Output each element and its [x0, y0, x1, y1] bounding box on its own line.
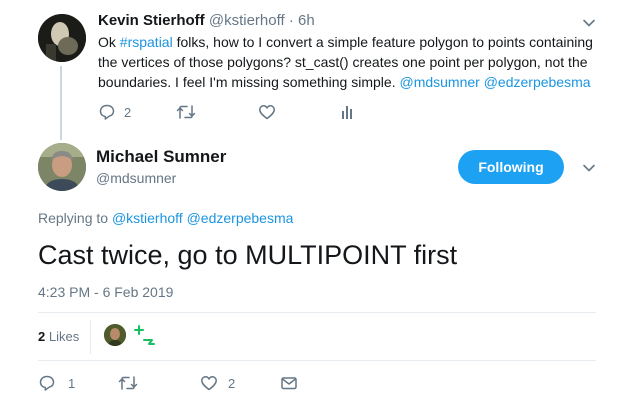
envelope-icon — [281, 377, 297, 390]
direct-message-button[interactable] — [280, 374, 298, 392]
reply-count: 1 — [68, 375, 76, 391]
chevron-down-icon[interactable] — [582, 161, 596, 180]
liker-avatar[interactable] — [104, 324, 126, 346]
avatar[interactable] — [38, 143, 86, 191]
thread-line — [60, 66, 62, 140]
divider — [38, 360, 596, 361]
analytics-icon — [342, 106, 352, 119]
author-name[interactable]: Kevin Stierhoff — [98, 12, 205, 29]
heart-icon — [201, 376, 217, 391]
mention-link[interactable]: @edzerpebesma — [187, 210, 294, 226]
avatar[interactable] — [38, 14, 86, 62]
avatar-image — [134, 325, 155, 345]
reply-count: 2 — [124, 104, 132, 120]
avatar-image — [38, 14, 86, 62]
author-handle[interactable]: @mdsumner — [96, 170, 176, 186]
likes-label: Likes — [48, 329, 80, 344]
analytics-button[interactable] — [338, 103, 356, 121]
timestamp[interactable]: · 6h — [289, 12, 315, 29]
reply-button[interactable]: 2 — [98, 103, 131, 121]
replying-prefix: Replying to — [38, 210, 112, 226]
liker-avatar[interactable] — [132, 322, 156, 353]
retweet-icon — [118, 376, 138, 390]
mention-link[interactable]: @edzerpebesma — [484, 74, 591, 90]
tweet-text-part: Ok — [98, 34, 120, 50]
reply-button[interactable]: 1 — [38, 374, 75, 392]
retweet-button[interactable] — [118, 374, 138, 392]
author-name[interactable]: Michael Sumner — [96, 147, 226, 167]
reply-icon — [99, 104, 115, 120]
author-handle[interactable]: @kstierhoff — [209, 12, 285, 29]
replying-to: Replying to @kstierhoff @edzerpebesma — [38, 210, 293, 226]
divider — [90, 320, 91, 354]
retweet-button[interactable] — [176, 103, 196, 121]
avatar-image — [38, 143, 86, 191]
likes-summary[interactable]: 2 Likes — [38, 329, 79, 344]
timestamp[interactable]: 4:23 PM - 6 Feb 2019 — [38, 284, 173, 300]
like-button[interactable] — [258, 103, 276, 121]
retweet-icon — [176, 105, 196, 119]
tweet-text: Cast twice, go to MULTIPOINT first — [38, 240, 458, 270]
tweet-header: Kevin Stierhoff @kstierhoff · 6h — [98, 12, 315, 29]
mention-link[interactable]: @mdsumner — [399, 74, 479, 90]
hashtag-link[interactable]: #rspatial — [120, 34, 173, 50]
following-button[interactable]: Following — [458, 150, 564, 184]
tweet-text: Ok #rspatial folks, how to I convert a s… — [98, 32, 610, 92]
like-count: 2 — [228, 375, 236, 391]
heart-icon — [259, 105, 275, 120]
avatar-image — [104, 324, 126, 346]
likes-count: 2 — [38, 329, 46, 344]
like-button[interactable]: 2 — [200, 374, 235, 392]
divider — [38, 312, 596, 313]
reply-icon — [39, 375, 55, 391]
mention-link[interactable]: @kstierhoff — [112, 210, 183, 226]
